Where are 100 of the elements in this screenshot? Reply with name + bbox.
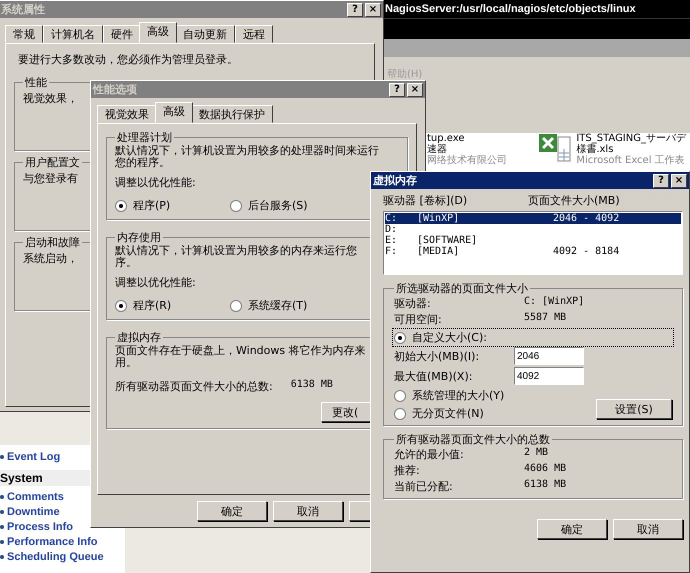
help-button[interactable]: ? <box>653 174 669 188</box>
description-text: 页面文件存在于硬盘上，Windows 将它作为内存来 <box>115 345 366 357</box>
radio-button[interactable] <box>115 200 127 212</box>
set-button[interactable]: 设置(S) <box>596 399 672 419</box>
window-title: 虚拟内存 <box>373 173 417 188</box>
group-title: 所选驱动器的页面文件大小 <box>395 281 529 296</box>
file-name: ITS_STAGING_サーバデ <box>576 133 686 144</box>
tab[interactable]: 高级 <box>155 102 193 123</box>
file-description: Microsoft Excel 工作表 <box>576 155 686 166</box>
field-value: 5587 MB <box>524 312 568 325</box>
group-title: 性能 <box>24 75 48 90</box>
field-value: C: [WinXP] <box>524 296 586 309</box>
drive-list[interactable]: C: [WinXP] 2046 - 4092 D: E: [SOFTWARE] F: [MEDIA] 4092 - 8184 <box>383 211 683 275</box>
radio-option[interactable]: 后台服务(S) <box>230 198 345 213</box>
field-value: 6138 MB <box>524 479 568 492</box>
window-title: 系统属性 <box>1 2 45 17</box>
window-title: 性能选项 <box>93 82 137 97</box>
sidebar-link[interactable]: Downtime <box>7 506 60 518</box>
list-row[interactable]: E: [SOFTWARE] <box>385 235 681 246</box>
tab[interactable]: 视觉效果 <box>97 105 157 123</box>
tab[interactable]: 远程 <box>235 25 273 43</box>
description-text: 默认情况下，计算机设置为用较多的内存来运行您 <box>115 245 357 257</box>
radio-option[interactable]: 程序(R) <box>115 298 230 313</box>
radio-option[interactable]: 自定义大小(C): <box>394 330 672 345</box>
close-button[interactable]: × <box>407 82 423 96</box>
sidebar-link[interactable]: Scheduling Queue <box>7 550 104 562</box>
ok-button[interactable]: 确定 <box>197 501 267 521</box>
sidebar-link[interactable]: Process Info <box>7 520 74 532</box>
cancel-button[interactable]: 取消 <box>613 519 683 539</box>
tab[interactable]: 计算机名 <box>43 25 103 43</box>
description-text: 序。 <box>115 257 137 269</box>
page-file-size: 4092 - 8184 <box>553 246 620 257</box>
column-header: 页面文件大小(MB) <box>528 193 620 208</box>
list-row[interactable]: F: [MEDIA] 4092 - 8184 <box>385 246 681 257</box>
bullet-icon <box>0 510 4 514</box>
close-button[interactable]: × <box>671 174 687 188</box>
column-header: 驱动器 [卷标](D) <box>383 193 468 208</box>
radio-button[interactable] <box>115 300 127 312</box>
notice-text: 要进行大多数改动，您必须作为管理员登录。 <box>18 52 239 67</box>
tab[interactable]: 硬件 <box>103 25 141 43</box>
bullet-icon <box>0 494 4 498</box>
drive-letter: C: <box>385 213 398 224</box>
radio-option[interactable]: 系统缓存(T) <box>230 298 345 313</box>
group-text: 系统启动， <box>23 253 78 265</box>
group-title: 所有驱动器页面文件大小的总数 <box>395 432 551 447</box>
help-button[interactable]: ? <box>347 2 363 16</box>
file-item[interactable]: ITS_STAGING_サーバデ 様書.xls Microsoft Excel 工作表 <box>538 133 686 166</box>
bullet-icon <box>0 454 4 458</box>
radio-button[interactable] <box>230 200 242 212</box>
input-field[interactable]: 2046 <box>514 347 584 365</box>
file-description: 网络技术有限公司 <box>427 155 507 166</box>
help-button[interactable]: ? <box>389 82 405 96</box>
radio-option[interactable]: 程序(P) <box>115 198 230 213</box>
group-text: 与您登录有 <box>23 173 78 185</box>
tab[interactable]: 常规 <box>5 25 43 43</box>
group-title: 内存使用 <box>116 230 162 245</box>
radio-button[interactable] <box>394 332 406 344</box>
sidebar-link[interactable]: Performance Info <box>7 536 98 548</box>
description-text: 您的程序。 <box>115 157 170 169</box>
drive-letter: F: <box>385 246 398 257</box>
volume-label: [MEDIA] <box>417 246 460 257</box>
field-label: 当前已分配: <box>394 479 454 494</box>
field-label: 推荐: <box>394 463 421 478</box>
list-row[interactable]: C: [WinXP] 2046 - 4092 <box>385 213 681 224</box>
group-title: 启动和故障 <box>24 235 81 250</box>
radio-button[interactable] <box>394 408 406 420</box>
cancel-button[interactable]: 取消 <box>273 501 343 521</box>
sidebar-link[interactable]: Comments <box>7 490 64 502</box>
tab[interactable]: 数据执行保护 <box>191 105 273 123</box>
radio-button[interactable] <box>394 390 406 402</box>
group-text: 视觉效果， <box>23 93 78 105</box>
terminal-title: NagiosServer:/usr/local/nagios/etc/objects/linux <box>383 0 690 18</box>
tab[interactable]: 高级 <box>139 22 177 43</box>
file-name: tup.exe <box>427 133 466 144</box>
sidebar-link[interactable]: Event Log <box>7 450 60 462</box>
bullet-icon <box>0 554 4 558</box>
drive-letter: D: <box>385 224 398 235</box>
page-file-size: 2046 - 4092 <box>553 213 620 224</box>
list-row[interactable]: D: <box>385 224 681 235</box>
radio-option[interactable]: 系统管理的大小(Y) <box>394 388 504 403</box>
field-label: 驱动器: <box>394 296 432 311</box>
field-label: 初始大小(MB)(I): <box>394 348 480 364</box>
file-item[interactable]: tup.exe 速器 网络技术有限公司 <box>427 133 507 166</box>
radio-option[interactable]: 无分页文件(N) <box>394 406 504 421</box>
description-text: 默认情况下，计算机设置为用较多的处理器时间来运行 <box>115 145 379 157</box>
field-label: 可用空间: <box>394 312 443 327</box>
input-field[interactable]: 4092 <box>514 367 584 385</box>
total-label: 所有驱动器页面文件大小的总数: <box>115 379 273 394</box>
bullet-icon <box>0 524 4 528</box>
radio-button[interactable] <box>230 300 242 312</box>
volume-label: [SOFTWARE] <box>417 235 478 246</box>
ok-button[interactable]: 确定 <box>537 519 607 539</box>
file-description: 様書.xls <box>576 144 614 155</box>
group-title: 用户配置文 <box>24 155 81 170</box>
close-button[interactable]: × <box>365 2 381 16</box>
field-label: 最大值(MB)(X): <box>394 368 474 384</box>
description-text: 用。 <box>115 357 137 369</box>
bullet-icon <box>0 540 4 544</box>
prompt-text: 调整以优化性能: <box>115 275 196 290</box>
tab[interactable]: 自动更新 <box>175 25 235 43</box>
